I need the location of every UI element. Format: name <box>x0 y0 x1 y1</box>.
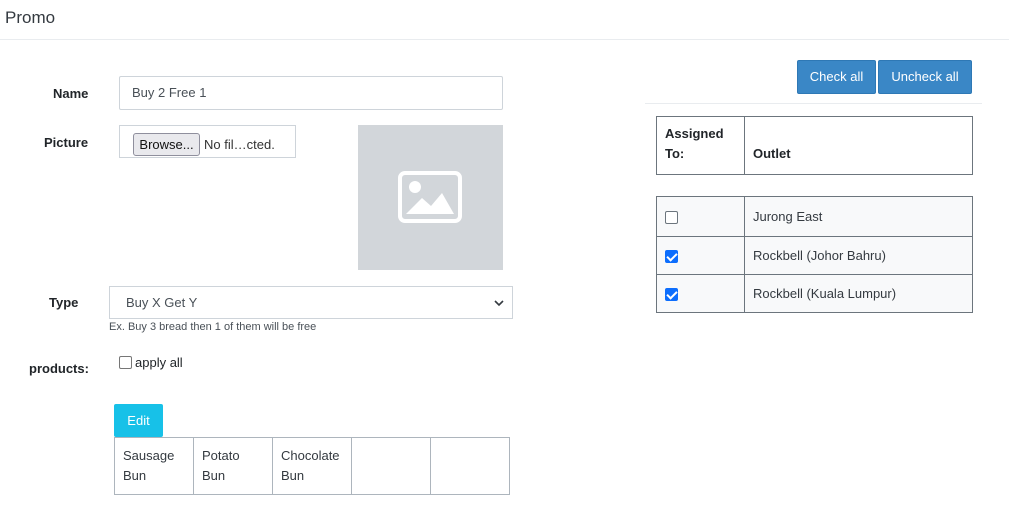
picture-label: Picture <box>44 135 89 150</box>
page-title: Promo <box>5 8 56 27</box>
page-header: Promo <box>0 0 1009 40</box>
picture-file-input[interactable]: Browse... No fil…cted. <box>119 125 296 158</box>
chevron-down-icon <box>494 300 504 307</box>
type-select[interactable]: Buy X Get Y <box>109 286 513 319</box>
outlet-header: Outlet <box>744 116 973 175</box>
uncheck-all-button[interactable]: Uncheck all <box>878 60 972 94</box>
picture-preview <box>358 125 503 270</box>
divider <box>645 103 982 104</box>
browse-button[interactable]: Browse... <box>133 133 200 156</box>
table-row: Jurong East <box>656 196 973 237</box>
outlet-name: Jurong East <box>744 196 973 237</box>
outlet-table-header: Assigned To: Outlet <box>656 116 973 175</box>
apply-all-label: apply all <box>135 355 183 370</box>
edit-button[interactable]: Edit <box>114 404 163 437</box>
apply-all-checkbox[interactable]: apply all <box>119 355 183 370</box>
name-label: Name <box>53 86 89 101</box>
outlet-table: Jurong East Rockbell (Johor Bahru) Rockb… <box>656 196 973 313</box>
type-label: Type <box>49 295 79 310</box>
check-all-button[interactable]: Check all <box>797 60 876 94</box>
image-icon <box>398 171 462 223</box>
type-select-value: Buy X Get Y <box>126 295 198 310</box>
products-table: Sausage Bun Potato Bun Chocolate Bun <box>114 437 510 495</box>
product-cell: Chocolate Bun <box>272 437 352 495</box>
outlet-name: Rockbell (Johor Bahru) <box>744 236 973 275</box>
apply-all-box[interactable] <box>119 356 132 369</box>
assign-cell <box>656 236 745 275</box>
file-status-text: No fil…cted. <box>204 137 275 152</box>
product-cell: Sausage Bun <box>114 437 194 495</box>
type-hint: Ex. Buy 3 bread then 1 of them will be f… <box>109 321 317 333</box>
outlet-name: Rockbell (Kuala Lumpur) <box>744 274 973 313</box>
assigned-to-header: Assigned To: <box>656 116 745 175</box>
assign-cell <box>656 274 745 313</box>
assign-cell <box>656 196 745 237</box>
assign-checkbox-kuala-lumpur[interactable] <box>665 288 678 302</box>
name-input[interactable]: Buy 2 Free 1 <box>119 76 503 110</box>
product-cell <box>430 437 510 495</box>
assign-checkbox-jurong-east[interactable] <box>665 211 678 225</box>
assign-checkbox-johor-bahru[interactable] <box>665 250 678 264</box>
products-label: products: <box>29 361 89 376</box>
table-row: Rockbell (Kuala Lumpur) <box>656 274 973 313</box>
product-cell <box>351 437 431 495</box>
product-cell: Potato Bun <box>193 437 273 495</box>
table-row: Rockbell (Johor Bahru) <box>656 236 973 275</box>
